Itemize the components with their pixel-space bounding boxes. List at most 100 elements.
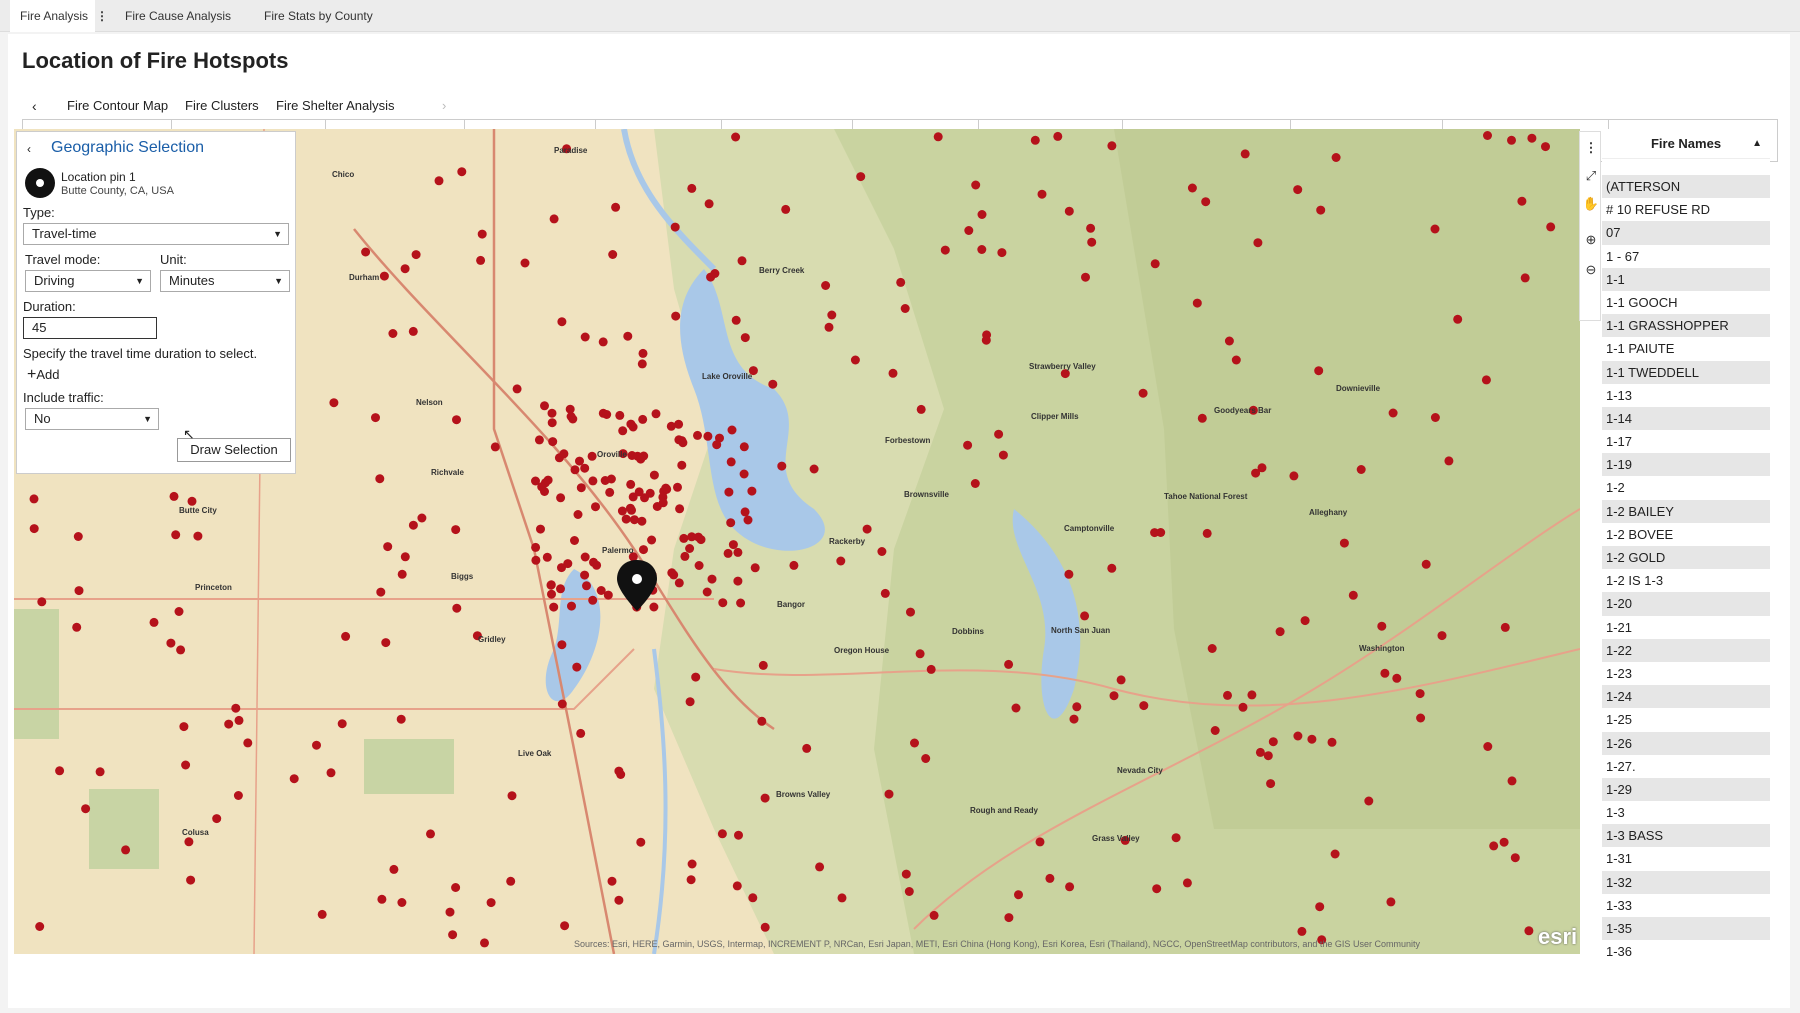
fire-hotspot-point[interactable] bbox=[35, 922, 45, 931]
fire-hotspot-point[interactable] bbox=[680, 551, 690, 561]
fire-hotspot-point[interactable] bbox=[850, 355, 860, 365]
fire-hotspot-point[interactable] bbox=[693, 430, 702, 440]
fire-hotspot-point[interactable] bbox=[534, 435, 544, 445]
fire-hotspot-point[interactable] bbox=[900, 304, 910, 313]
fire-hotspot-point[interactable] bbox=[1500, 622, 1510, 632]
fire-hotspot-point[interactable] bbox=[901, 869, 911, 879]
fire-hotspot-point[interactable] bbox=[556, 584, 565, 594]
fire-hotspot-point[interactable] bbox=[1116, 675, 1126, 685]
fire-hotspot-point[interactable] bbox=[1499, 837, 1509, 847]
list-item[interactable]: 1-1 bbox=[1602, 267, 1770, 291]
fire-hotspot-point[interactable] bbox=[531, 542, 541, 552]
list-item[interactable]: (ATTERSON bbox=[1602, 175, 1770, 199]
fire-hotspot-point[interactable] bbox=[739, 469, 749, 479]
fire-hotspot-point[interactable] bbox=[1546, 222, 1556, 232]
fire-hotspot-point[interactable] bbox=[1268, 737, 1278, 747]
fire-hotspot-point[interactable] bbox=[598, 337, 608, 347]
fire-hotspot-point[interactable] bbox=[591, 502, 600, 512]
fire-hotspot-point[interactable] bbox=[1045, 873, 1055, 883]
fire-hotspot-point[interactable] bbox=[452, 415, 461, 425]
fire-hotspot-point[interactable] bbox=[1315, 902, 1325, 912]
fire-hotspot-point[interactable] bbox=[1253, 238, 1263, 248]
fire-hotspot-point[interactable] bbox=[557, 563, 566, 573]
fire-hotspot-point[interactable] bbox=[408, 520, 418, 530]
fire-hotspot-point[interactable] bbox=[1520, 273, 1530, 283]
fire-hotspot-point[interactable] bbox=[977, 245, 987, 254]
fire-hotspot-point[interactable] bbox=[337, 719, 347, 729]
fire-hotspot-point[interactable] bbox=[605, 487, 615, 497]
fire-hotspot-point[interactable] bbox=[880, 588, 890, 598]
fire-hotspot-point[interactable] bbox=[760, 793, 770, 803]
fire-hotspot-point[interactable] bbox=[703, 431, 713, 441]
fire-hotspot-point[interactable] bbox=[617, 506, 627, 516]
list-item[interactable]: # 10 REFUSE RD bbox=[1602, 198, 1770, 221]
fire-hotspot-point[interactable] bbox=[926, 664, 936, 674]
fire-hotspot-point[interactable] bbox=[1510, 853, 1520, 863]
fire-hotspot-point[interactable] bbox=[389, 864, 399, 874]
list-item[interactable]: 1-29 bbox=[1602, 777, 1770, 802]
fire-hotspot-point[interactable] bbox=[397, 898, 407, 907]
fire-hotspot-point[interactable] bbox=[1065, 882, 1075, 892]
fire-hotspot-point[interactable] bbox=[184, 837, 194, 847]
fire-hotspot-point[interactable] bbox=[1251, 468, 1261, 478]
fire-hotspot-point[interactable] bbox=[768, 379, 778, 389]
tab-fire-shelter-analysis[interactable]: Fire Shelter Analysis bbox=[272, 92, 399, 122]
fire-hotspot-point[interactable] bbox=[687, 859, 697, 869]
fire-hotspot-point[interactable] bbox=[383, 542, 393, 552]
fire-hotspot-point[interactable] bbox=[1187, 183, 1197, 193]
fire-hotspot-point[interactable] bbox=[637, 359, 647, 369]
fire-hotspot-point[interactable] bbox=[904, 887, 914, 896]
fire-hotspot-point[interactable] bbox=[929, 910, 939, 920]
fire-hotspot-point[interactable] bbox=[1421, 559, 1431, 569]
fire-hotspot-point[interactable] bbox=[1453, 314, 1463, 324]
fire-hotspot-point[interactable] bbox=[1156, 528, 1166, 537]
fire-hotspot-point[interactable] bbox=[1331, 153, 1341, 162]
fire-hotspot-point[interactable] bbox=[1064, 206, 1074, 216]
fire-hotspot-point[interactable] bbox=[476, 255, 486, 265]
fire-hotspot-point[interactable] bbox=[179, 722, 189, 732]
fire-hotspot-point[interactable] bbox=[1293, 185, 1303, 195]
fire-hotspot-point[interactable] bbox=[1207, 644, 1217, 653]
fire-hotspot-point[interactable] bbox=[1316, 205, 1326, 215]
fire-hotspot-point[interactable] bbox=[37, 597, 47, 607]
fire-hotspot-point[interactable] bbox=[915, 649, 925, 659]
fire-hotspot-point[interactable] bbox=[963, 440, 973, 450]
fire-hotspot-point[interactable] bbox=[626, 419, 636, 429]
fire-hotspot-point[interactable] bbox=[457, 167, 467, 177]
fire-hotspot-point[interactable] bbox=[614, 766, 624, 776]
fire-hotspot-point[interactable] bbox=[802, 743, 812, 753]
fire-hotspot-point[interactable] bbox=[520, 258, 530, 268]
fire-hotspot-point[interactable] bbox=[559, 449, 569, 459]
list-item[interactable]: 07 bbox=[1602, 221, 1770, 245]
fire-hotspot-point[interactable] bbox=[1327, 737, 1337, 747]
fire-hotspot-point[interactable] bbox=[361, 247, 371, 257]
fire-hotspot-point[interactable] bbox=[1300, 616, 1310, 626]
fire-hotspot-point[interactable] bbox=[1507, 135, 1516, 145]
list-item[interactable]: 1-1 TWEDDELL bbox=[1602, 360, 1770, 384]
fire-hotspot-point[interactable] bbox=[1289, 471, 1299, 481]
fire-hotspot-point[interactable] bbox=[547, 589, 556, 599]
fire-hotspot-point[interactable] bbox=[546, 580, 556, 590]
fire-hotspot-point[interactable] bbox=[608, 250, 618, 259]
fire-hotspot-point[interactable] bbox=[570, 465, 580, 475]
fire-hotspot-point[interactable] bbox=[727, 425, 737, 435]
fire-hotspot-point[interactable] bbox=[998, 450, 1008, 460]
list-item[interactable]: 1-1 GOOCH bbox=[1602, 291, 1770, 314]
fire-hotspot-point[interactable] bbox=[1004, 913, 1014, 923]
fire-hotspot-point[interactable] bbox=[1444, 456, 1454, 466]
fire-hotspot-point[interactable] bbox=[1069, 714, 1079, 724]
fire-hotspot-point[interactable] bbox=[186, 875, 196, 885]
fire-hotspot-point[interactable] bbox=[1524, 926, 1534, 936]
fire-hotspot-point[interactable] bbox=[531, 555, 541, 565]
fire-hotspot-point[interactable] bbox=[896, 277, 906, 287]
fire-hotspot-point[interactable] bbox=[1307, 734, 1317, 744]
fire-hotspot-point[interactable] bbox=[706, 272, 716, 282]
fire-hotspot-point[interactable] bbox=[661, 483, 671, 493]
fire-hotspot-point[interactable] bbox=[994, 429, 1004, 439]
fire-hotspot-point[interactable] bbox=[576, 483, 586, 493]
fire-hotspot-point[interactable] bbox=[760, 922, 770, 932]
fire-hotspot-point[interactable] bbox=[691, 672, 701, 682]
fire-hotspot-point[interactable] bbox=[679, 533, 689, 543]
fire-hotspot-point[interactable] bbox=[981, 335, 991, 345]
fire-hotspot-point[interactable] bbox=[723, 548, 733, 558]
